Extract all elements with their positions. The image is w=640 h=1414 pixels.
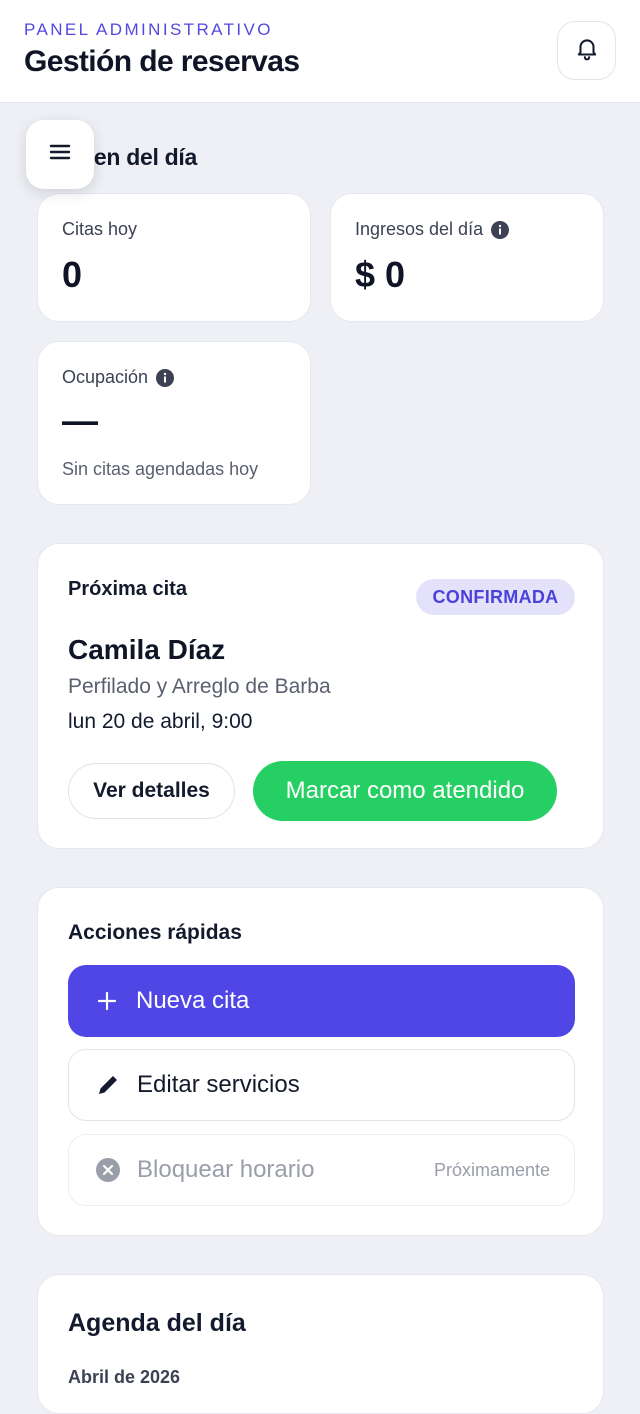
stat-label-text: Ingresos del día <box>355 219 484 239</box>
stat-label: Ocupación <box>62 367 175 388</box>
stat-label: Ingresos del día <box>355 219 510 240</box>
quick-actions-title: Acciones rápidas <box>68 921 242 944</box>
plus-icon <box>94 988 120 1014</box>
coming-soon-label: Próximamente <box>433 1159 550 1180</box>
info-icon[interactable] <box>491 220 510 239</box>
mark-attended-button[interactable]: Marcar como atendido <box>253 761 557 821</box>
service-name: Perfilado y Arreglo de Barba <box>68 675 331 698</box>
new-appointment-label: Nueva cita <box>136 987 250 1014</box>
status-badge: CONFIRMADA <box>416 579 575 615</box>
stat-value: 0 <box>62 254 83 295</box>
new-appointment-button[interactable]: Nueva cita <box>68 965 575 1037</box>
page-title: Gestión de reservas <box>24 45 300 78</box>
view-details-button[interactable]: Ver detalles <box>68 763 235 819</box>
info-icon[interactable] <box>156 368 175 387</box>
edit-services-button[interactable]: Editar servicios <box>68 1049 575 1121</box>
next-appointment-label: Próxima cita <box>68 578 187 600</box>
block-schedule-label: Bloquear horario <box>137 1156 315 1183</box>
menu-icon <box>48 142 72 167</box>
stat-sub: Sin citas agendadas hoy <box>62 459 259 479</box>
agenda-title: Agenda del día <box>68 1309 246 1337</box>
bell-icon <box>574 35 600 66</box>
stat-label-text: Citas hoy <box>62 219 138 239</box>
edit-services-label: Editar servicios <box>137 1071 300 1098</box>
next-appointment-card: Próxima cita CONFIRMADA Camila Díaz Perf… <box>37 543 604 849</box>
agenda-month[interactable]: Abril de 2026 <box>68 1367 180 1388</box>
header-eyebrow: PANEL ADMINISTRATIVO <box>24 20 273 39</box>
stat-label-text: Ocupación <box>62 367 149 387</box>
menu-button[interactable] <box>26 120 94 189</box>
stat-card-citas: Citas hoy 0 <box>37 193 311 322</box>
quick-actions-card: Acciones rápidas Nueva cita Editar servi… <box>37 887 604 1236</box>
stat-card-ocupacion: Ocupación — Sin citas agendadas hoy <box>37 341 311 505</box>
stat-value: $ 0 <box>355 254 406 295</box>
pencil-icon <box>95 1072 121 1098</box>
client-name: Camila Díaz <box>68 634 226 665</box>
agenda-card: Agenda del día Abril de 2026 <box>37 1274 604 1414</box>
app-header: PANEL ADMINISTRATIVO Gestión de reservas <box>0 0 640 103</box>
notifications-button[interactable] <box>557 21 616 80</box>
close-circle-icon <box>95 1157 121 1183</box>
appointment-datetime: lun 20 de abril, 9:00 <box>68 710 253 733</box>
stat-value: — <box>62 400 98 441</box>
stat-card-ingresos: Ingresos del día $ 0 <box>330 193 604 322</box>
block-schedule-button: Bloquear horario Próximamente <box>68 1134 575 1206</box>
stat-label: Citas hoy <box>62 219 137 240</box>
